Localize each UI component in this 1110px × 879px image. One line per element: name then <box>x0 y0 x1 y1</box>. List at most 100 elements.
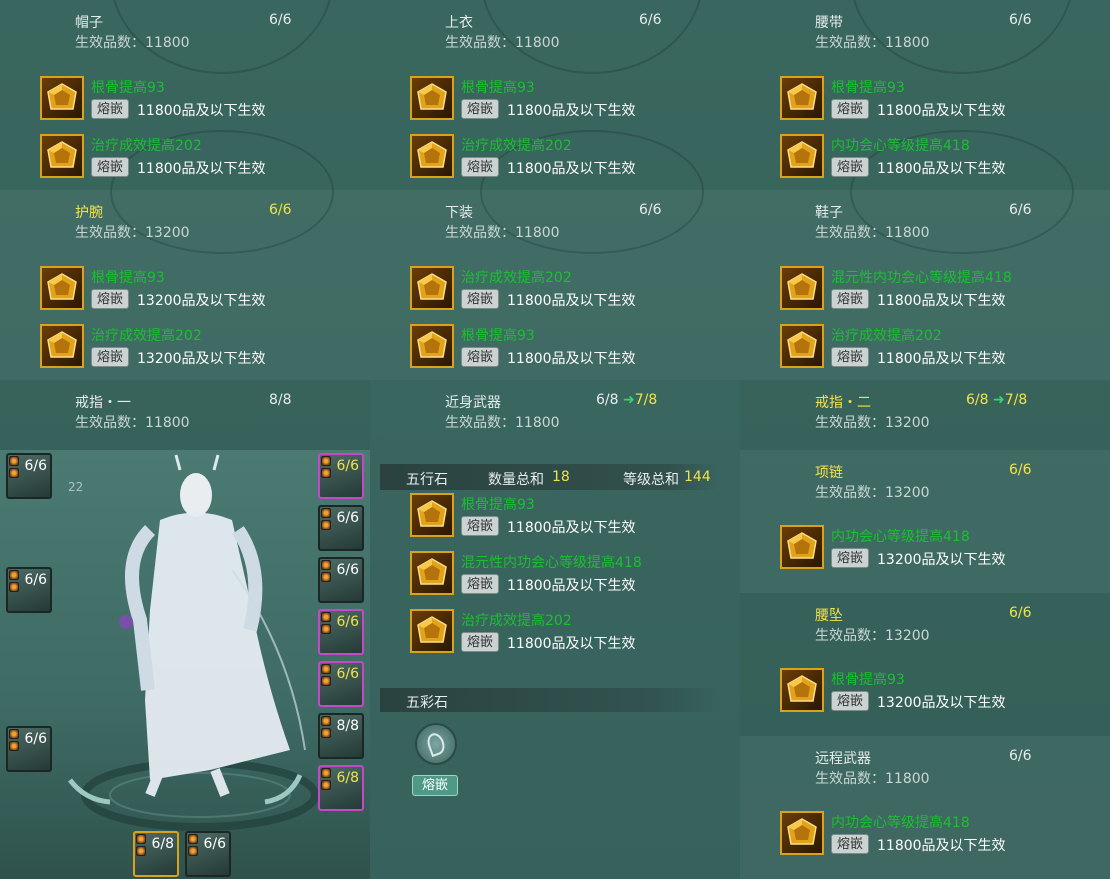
inlay-button[interactable]: 熔嵌 <box>461 99 500 119</box>
slot-grade-label: 生效品数：11800 <box>815 35 930 51</box>
gem-icon[interactable] <box>40 134 84 178</box>
equip-slot-right[interactable]: 6/6 <box>318 505 364 551</box>
gem-name: 混元性内功会心等级提高418 <box>831 270 1012 286</box>
inlay-button[interactable]: 熔嵌 <box>831 99 870 119</box>
inlay-button[interactable]: 熔嵌 <box>831 347 870 367</box>
gem-icon[interactable] <box>780 266 824 310</box>
gem-grade-desc: 11800品及以下生效 <box>507 161 636 177</box>
inlay-button[interactable]: 熔嵌 <box>461 289 500 309</box>
equip-slot-bottom[interactable]: 6/6 <box>185 831 231 877</box>
equip-slot-left[interactable]: 6/6 <box>6 453 52 499</box>
equip-slot-count: 6/6 <box>336 562 359 578</box>
gem-icon[interactable] <box>410 76 454 120</box>
equip-slot-count: 8/8 <box>336 718 359 734</box>
gem-row: 根骨提高93 熔嵌 13200品及以下生效 <box>40 266 300 314</box>
wuxing-level-label: 等级总和 <box>623 472 679 488</box>
gem-icon[interactable] <box>410 324 454 368</box>
slot-title: 远程武器 <box>815 751 871 767</box>
gem-socket-icon <box>9 570 19 594</box>
equip-slot-count: 6/8 <box>336 770 359 786</box>
gem-row: 根骨提高93 熔嵌 11800品及以下生效 <box>410 493 670 541</box>
inlay-button[interactable]: 熔嵌 <box>461 157 500 177</box>
inlay-button[interactable]: 熔嵌 <box>831 548 870 568</box>
gem-row: 根骨提高93 熔嵌 13200品及以下生效 <box>780 668 1040 716</box>
equip-slot-right[interactable]: 6/8 <box>318 765 364 811</box>
equip-slot-right[interactable]: 8/8 <box>318 713 364 759</box>
gem-icon[interactable] <box>780 811 824 855</box>
gem-grade-desc: 11800品及以下生效 <box>137 161 266 177</box>
gem-grade-desc: 11800品及以下生效 <box>877 293 1006 309</box>
character-figure: 22 <box>68 454 319 831</box>
inlay-button[interactable]: 熔嵌 <box>91 347 130 367</box>
inlay-button[interactable]: 熔嵌 <box>461 516 500 536</box>
equip-slot-left[interactable]: 6/6 <box>6 726 52 772</box>
gem-row: 治疗成效提高202 熔嵌 11800品及以下生效 <box>40 134 300 182</box>
slot-count: 6/8 ➜7/8 <box>596 392 657 408</box>
inlay-button[interactable]: 熔嵌 <box>461 632 500 652</box>
gem-icon[interactable] <box>780 76 824 120</box>
equip-slot-count: 6/8 <box>151 836 174 852</box>
gem-name: 治疗成效提高202 <box>91 138 202 154</box>
gem-grade-desc: 11800品及以下生效 <box>507 103 636 119</box>
inlay-button[interactable]: 熔嵌 <box>91 289 130 309</box>
equip-slot-bottom[interactable]: 6/8 <box>133 831 179 877</box>
slot-title: 近身武器 <box>445 395 501 411</box>
slot-count: 6/6 <box>1009 462 1032 478</box>
wuxing-qty-label: 数量总和 <box>488 472 544 488</box>
gem-icon[interactable] <box>780 134 824 178</box>
gem-icon[interactable] <box>410 609 454 653</box>
gem-name: 混元性内功会心等级提高418 <box>461 555 642 571</box>
wucai-inlay-button[interactable]: 熔嵌 <box>412 775 458 796</box>
inlay-button[interactable]: 熔嵌 <box>831 691 870 711</box>
slot-title: 上衣 <box>445 15 473 31</box>
slot-count: 6/6 <box>1009 202 1032 218</box>
slot-count: 8/8 <box>269 392 292 408</box>
slot-count: 6/6 <box>639 202 662 218</box>
slot-title: 腰带 <box>815 15 843 31</box>
slot-grade-label: 生效品数：11800 <box>445 415 560 431</box>
gem-icon[interactable] <box>780 525 824 569</box>
count-current: 6/8 <box>966 392 989 408</box>
equip-slot-right[interactable]: 6/6 <box>318 453 364 499</box>
gem-icon[interactable] <box>410 266 454 310</box>
inlay-button[interactable]: 熔嵌 <box>831 834 870 854</box>
gem-grade-desc: 11800品及以下生效 <box>507 520 636 536</box>
inlay-button[interactable]: 熔嵌 <box>831 157 870 177</box>
gem-row: 根骨提高93 熔嵌 11800品及以下生效 <box>410 76 670 124</box>
gem-icon[interactable] <box>40 324 84 368</box>
gem-icon[interactable] <box>40 76 84 120</box>
gem-icon[interactable] <box>410 493 454 537</box>
gem-name: 根骨提高93 <box>831 80 905 96</box>
slot-count: 6/6 <box>1009 748 1032 764</box>
gem-name: 内功会心等级提高418 <box>831 138 970 154</box>
equip-slot-left[interactable]: 6/6 <box>6 567 52 613</box>
slot-count: 6/8 ➜7/8 <box>966 392 1027 408</box>
slot-count: 6/6 <box>1009 605 1032 621</box>
inlay-button[interactable]: 熔嵌 <box>91 99 130 119</box>
gem-icon[interactable] <box>780 324 824 368</box>
equip-slot-right[interactable]: 6/6 <box>318 609 364 655</box>
gem-socket-icon <box>321 768 331 792</box>
slot-count: 6/6 <box>1009 12 1032 28</box>
gem-icon[interactable] <box>410 134 454 178</box>
slot-grade-label: 生效品数：11800 <box>445 225 560 241</box>
inlay-button[interactable]: 熔嵌 <box>831 289 870 309</box>
inlay-button[interactable]: 熔嵌 <box>91 157 130 177</box>
gem-icon[interactable] <box>410 551 454 595</box>
gem-socket-icon <box>321 560 331 584</box>
equip-slot-right[interactable]: 6/6 <box>318 661 364 707</box>
equip-slot-count: 6/6 <box>336 458 359 474</box>
equip-slot-right[interactable]: 6/6 <box>318 557 364 603</box>
gem-name: 治疗成效提高202 <box>461 138 572 154</box>
wuxing-level-value: 144 <box>684 469 711 485</box>
gem-icon[interactable] <box>40 266 84 310</box>
gem-row: 治疗成效提高202 熔嵌 11800品及以下生效 <box>410 266 670 314</box>
gem-row: 治疗成效提高202 熔嵌 11800品及以下生效 <box>780 324 1040 372</box>
count-next: 7/8 <box>634 392 658 408</box>
inlay-button[interactable]: 熔嵌 <box>461 347 500 367</box>
gem-icon[interactable] <box>780 668 824 712</box>
inlay-button[interactable]: 熔嵌 <box>461 574 500 594</box>
slot-title: 腰坠 <box>815 608 843 624</box>
wucai-empty-slot[interactable] <box>415 723 457 765</box>
slot-grade-label: 生效品数：11800 <box>75 415 190 431</box>
